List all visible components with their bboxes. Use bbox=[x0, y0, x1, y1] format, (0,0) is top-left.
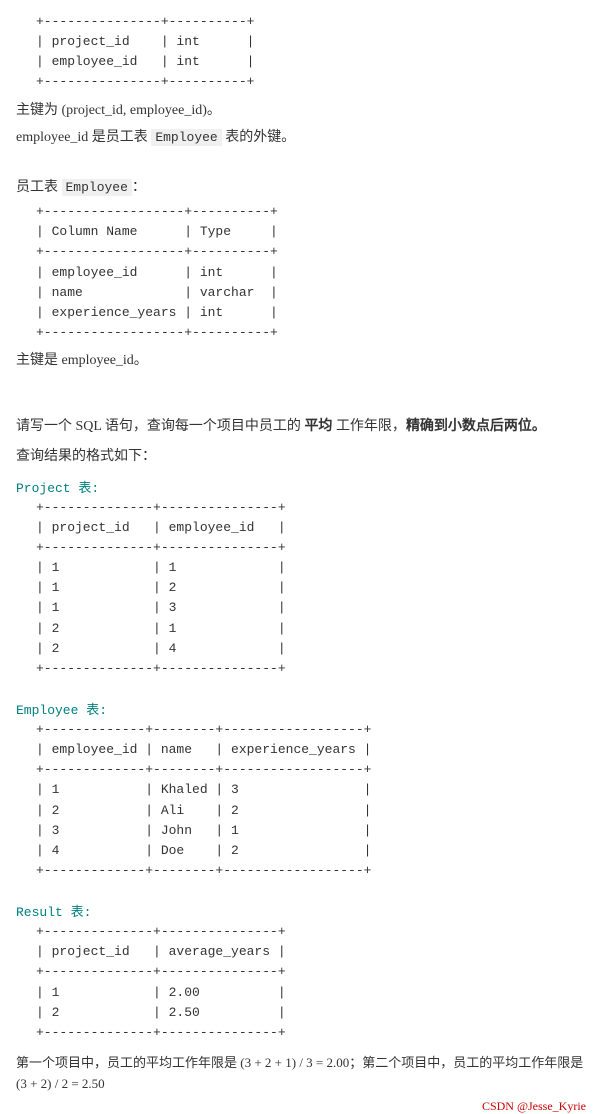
proj-col-header: | project_id | employee_id | bbox=[36, 520, 286, 535]
query-precision-bold: 精确到小数点后两位。 bbox=[406, 419, 546, 434]
proj-row-3: | 1 | 3 | bbox=[36, 600, 286, 615]
project-table-section: Project 表: +--------------+-------------… bbox=[16, 477, 586, 681]
top-row-1: | project_id | int | bbox=[36, 34, 254, 49]
employee-table-code: +------------------+----------+ | Column… bbox=[16, 200, 586, 345]
emp2-border-top: +-------------+--------+----------------… bbox=[36, 722, 371, 737]
query-avg-bold: 平均 bbox=[304, 419, 332, 434]
emp-row-1: | employee_id | int | bbox=[36, 265, 278, 280]
query-intro-text: 请写一个 SQL 语句，查询每一个项目中员工的 平均 工作年限，精确到小数点后两… bbox=[16, 419, 546, 434]
employee-pk: 主键是 employee_id。 bbox=[16, 349, 586, 373]
proj-row-5: | 2 | 4 | bbox=[36, 641, 286, 656]
emp2-col-header: | employee_id | name | experience_years … bbox=[36, 742, 371, 757]
emp-mid-border: +------------------+----------+ bbox=[36, 244, 278, 259]
top-border-bottom: +---------------+----------+ bbox=[36, 74, 254, 89]
top-note2-code: Employee bbox=[151, 129, 221, 146]
res-border-top: +--------------+---------------+ bbox=[36, 924, 286, 939]
top-note2: employee_id 是员工表 Employee 表的外键。 bbox=[16, 126, 586, 150]
emp2-row-4: | 4 | Doe | 2 | bbox=[36, 843, 371, 858]
employee-table-section: +------------------+----------+ | Column… bbox=[16, 200, 586, 373]
res-border-bottom: +--------------+---------------+ bbox=[36, 1025, 286, 1040]
csdn-tag: CSDN @Jesse_Kyrie bbox=[482, 1099, 586, 1114]
project-table-label: Project 表: bbox=[16, 477, 586, 496]
employee-table2-code: +-------------+--------+----------------… bbox=[16, 718, 586, 883]
result-table-code: +--------------+---------------+ | proje… bbox=[16, 920, 586, 1045]
emp-row-3: | experience_years | int | bbox=[36, 305, 278, 320]
employee-label-suffix: ： bbox=[132, 180, 146, 195]
emp2-mid-border: +-------------+--------+----------------… bbox=[36, 762, 371, 777]
employee-table2-section: Employee 表: +-------------+--------+----… bbox=[16, 699, 586, 883]
emp2-border-bottom: +-------------+--------+----------------… bbox=[36, 863, 371, 878]
proj-row-2: | 1 | 2 | bbox=[36, 580, 286, 595]
bottom-note: 第一个项目中，员工的平均工作年限是 (3 + 2 + 1) / 3 = 2.00… bbox=[16, 1053, 586, 1095]
emp2-row-3: | 3 | John | 1 | bbox=[36, 823, 371, 838]
employee-label-prefix: 员工表 bbox=[16, 180, 62, 195]
res-row-2: | 2 | 2.50 | bbox=[36, 1005, 286, 1020]
top-table-section: +---------------+----------+ | project_i… bbox=[16, 10, 586, 150]
res-row-1: | 1 | 2.00 | bbox=[36, 985, 286, 1000]
top-note2-prefix: employee_id 是员工表 bbox=[16, 130, 151, 145]
proj-border-bottom: +--------------+---------------+ bbox=[36, 661, 286, 676]
emp-border-bottom: +------------------+----------+ bbox=[36, 325, 278, 340]
employee-label-code: Employee bbox=[62, 179, 132, 196]
top-row-2: | employee_id | int | bbox=[36, 54, 254, 69]
top-border-top: +---------------+----------+ bbox=[36, 14, 254, 29]
result-format-label: 查询结果的格式如下： bbox=[16, 445, 586, 465]
res-mid-border: +--------------+---------------+ bbox=[36, 964, 286, 979]
emp-col-header: | Column Name | Type | bbox=[36, 224, 278, 239]
emp2-row-1: | 1 | Khaled | 3 | bbox=[36, 782, 371, 797]
proj-row-4: | 2 | 1 | bbox=[36, 621, 286, 636]
top-note2-suffix: 表的外键。 bbox=[222, 130, 296, 145]
emp-border-top: +------------------+----------+ bbox=[36, 204, 278, 219]
res-col-header: | project_id | average_years | bbox=[36, 944, 286, 959]
employee-table2-label: Employee 表: bbox=[16, 699, 586, 718]
result-table-label: Result 表: bbox=[16, 901, 586, 920]
query-intro: 请写一个 SQL 语句，查询每一个项目中员工的 平均 工作年限，精确到小数点后两… bbox=[16, 415, 586, 439]
proj-mid-border: +--------------+---------------+ bbox=[36, 540, 286, 555]
project-table-code: +--------------+---------------+ | proje… bbox=[16, 496, 586, 681]
proj-border-top: +--------------+---------------+ bbox=[36, 500, 286, 515]
result-table-section: Result 表: +--------------+--------------… bbox=[16, 901, 586, 1045]
top-table-code: +---------------+----------+ | project_i… bbox=[16, 10, 586, 95]
emp2-row-2: | 2 | Ali | 2 | bbox=[36, 803, 371, 818]
top-note1: 主键为 (project_id, employee_id)。 bbox=[16, 99, 586, 123]
emp-row-2: | name | varchar | bbox=[36, 285, 278, 300]
employee-label: 员工表 Employee： bbox=[16, 176, 586, 196]
proj-row-1: | 1 | 1 | bbox=[36, 560, 286, 575]
